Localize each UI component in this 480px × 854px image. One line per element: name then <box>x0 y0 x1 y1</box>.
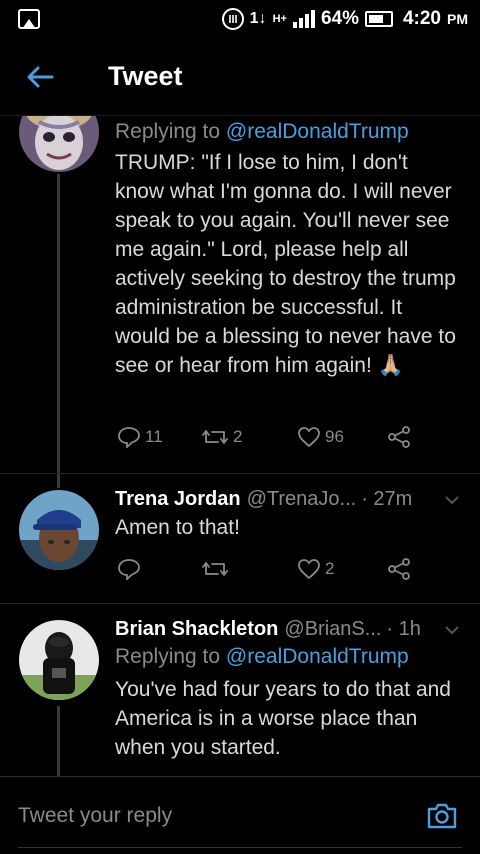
tweet-actions: 11 2 96 <box>115 426 415 456</box>
back-arrow-icon <box>27 66 54 87</box>
clock-ampm: PM <box>447 11 468 27</box>
author-name[interactable]: Trena Jordan <box>115 488 241 511</box>
avatar[interactable] <box>19 490 99 570</box>
tweet-text: Amen to that! <box>115 516 240 539</box>
share-icon <box>388 426 410 448</box>
heart-icon <box>298 427 320 448</box>
mention-link[interactable]: @realDonaldTrump <box>226 120 409 143</box>
replying-to: Replying to @realDonaldTrump <box>115 120 460 144</box>
status-bar: 1↓ H+ 64% 4:20 PM <box>0 0 480 38</box>
gallery-notification-icon <box>18 9 40 29</box>
data-activity-icon: 1↓ <box>249 10 267 27</box>
cell-signal-icon <box>292 10 315 28</box>
avatar[interactable] <box>19 620 99 700</box>
clock-time: 4:20 <box>402 8 441 29</box>
reply-button[interactable]: 11 <box>117 426 163 448</box>
author-handle[interactable]: @TrenaJo... <box>247 488 357 511</box>
tweet-text: You've had four years to do that and Ame… <box>115 678 451 759</box>
data-saver-icon <box>221 8 244 30</box>
reply-composer: Tweet your reply <box>0 776 480 854</box>
camera-button[interactable] <box>422 796 462 836</box>
heart-icon <box>298 559 320 580</box>
tweet-thread: Replying to @realDonaldTrump TRUMP: "If … <box>0 116 480 776</box>
battery-percent: 64% <box>320 8 359 29</box>
camera-icon <box>427 803 457 828</box>
thread-line <box>57 706 60 776</box>
app-header: Tweet <box>0 38 480 116</box>
thread-line <box>57 174 60 488</box>
like-button[interactable]: 2 <box>297 558 334 580</box>
retweet-count: 2 <box>233 427 243 446</box>
tweet-1[interactable]: Replying to @realDonaldTrump TRUMP: "If … <box>0 116 480 488</box>
reply-icon <box>118 427 140 448</box>
replying-to-label: Replying to <box>115 120 226 143</box>
like-count: 96 <box>325 427 344 446</box>
page-title: Tweet <box>108 61 183 91</box>
tweet-2[interactable]: Trena Jordan @TrenaJo... · 27m Amen to t… <box>0 474 480 602</box>
reply-count: 11 <box>145 427 163 446</box>
more-options-icon[interactable] <box>444 492 460 510</box>
retweet-icon <box>202 562 228 576</box>
retweet-button[interactable] <box>201 558 229 580</box>
author-name[interactable]: Brian Shackleton <box>115 618 278 641</box>
like-button[interactable]: 96 <box>297 426 344 448</box>
replying-to: Replying to @realDonaldTrump <box>115 645 460 669</box>
reply-underline <box>18 847 462 848</box>
share-icon <box>388 558 410 580</box>
reply-icon <box>118 559 140 580</box>
retweet-button[interactable]: 2 <box>201 426 242 448</box>
like-count: 2 <box>325 559 335 578</box>
tweet-time: · 1h <box>386 618 421 640</box>
avatar[interactable] <box>19 116 99 172</box>
replying-to-label: Replying to <box>115 645 226 668</box>
more-options-icon[interactable] <box>444 622 460 640</box>
tweet-3[interactable]: Brian Shackleton @BrianS... · 1h Replyin… <box>0 604 480 776</box>
network-type-label: H+ <box>272 13 287 25</box>
tweet-text: TRUMP: "If I lose to him, I don't know w… <box>115 151 456 377</box>
reply-input[interactable]: Tweet your reply <box>18 804 422 828</box>
battery-icon <box>364 11 393 27</box>
retweet-icon <box>202 430 228 444</box>
tweet-actions-final: 2 <box>115 558 415 588</box>
back-button[interactable] <box>0 38 80 116</box>
author-handle[interactable]: @BrianS... <box>284 618 381 641</box>
share-button[interactable] <box>387 558 411 580</box>
share-button[interactable] <box>387 426 411 448</box>
mention-link[interactable]: @realDonaldTrump <box>226 645 409 668</box>
tweet-time: · 27m <box>361 488 413 510</box>
reply-button[interactable] <box>117 558 141 580</box>
